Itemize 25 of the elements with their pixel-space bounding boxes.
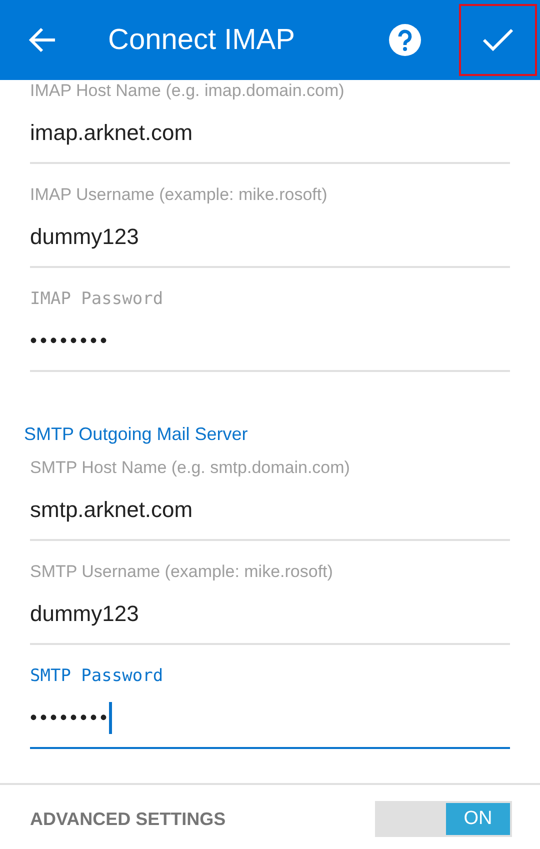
check-icon[interactable] (459, 4, 537, 76)
text-field[interactable]: SMTP Host Name (e.g. smtp.domain.com) smtp.arknet.com (30, 445, 510, 541)
text-field[interactable]: IMAP Username (example: mike.rosoft) dummy123 (30, 164, 510, 268)
setting-label: ADVANCED SETTINGS (30, 808, 226, 830)
field-label: IMAP Password (30, 288, 164, 310)
screen-title: Connect IMAP (108, 24, 296, 56)
back-arrow-icon[interactable] (28, 25, 58, 55)
field-value: •••••••• (30, 706, 110, 731)
field-value: dummy123 (30, 600, 139, 628)
help-icon[interactable] (389, 24, 421, 56)
field-label: IMAP Username (example: mike.rosoft) (30, 184, 328, 206)
field-label: IMAP Host Name (e.g. imap.domain.com) (30, 80, 346, 102)
field-value: dummy123 (30, 223, 139, 251)
field-label: SMTP Username (example: mike.rosoft) (30, 561, 334, 583)
field-label: SMTP Host Name (e.g. smtp.domain.com) (30, 457, 351, 479)
password-field[interactable]: IMAP Password •••••••• (30, 268, 510, 372)
section-header: SMTP Outgoing Mail Server (24, 424, 249, 445)
text-field[interactable]: IMAP Host Name (e.g. imap.domain.com) imap.arknet.com (30, 80, 510, 164)
field-value: smtp.arknet.com (30, 496, 193, 524)
field-value: imap.arknet.com (30, 119, 193, 147)
field-value: •••••••• (30, 329, 110, 354)
field-label: SMTP Password (30, 665, 164, 687)
password-field[interactable]: SMTP Password •••••••• (30, 645, 510, 749)
text-field[interactable]: SMTP Username (example: mike.rosoft) dummy123 (30, 541, 510, 645)
text-cursor (109, 702, 112, 734)
